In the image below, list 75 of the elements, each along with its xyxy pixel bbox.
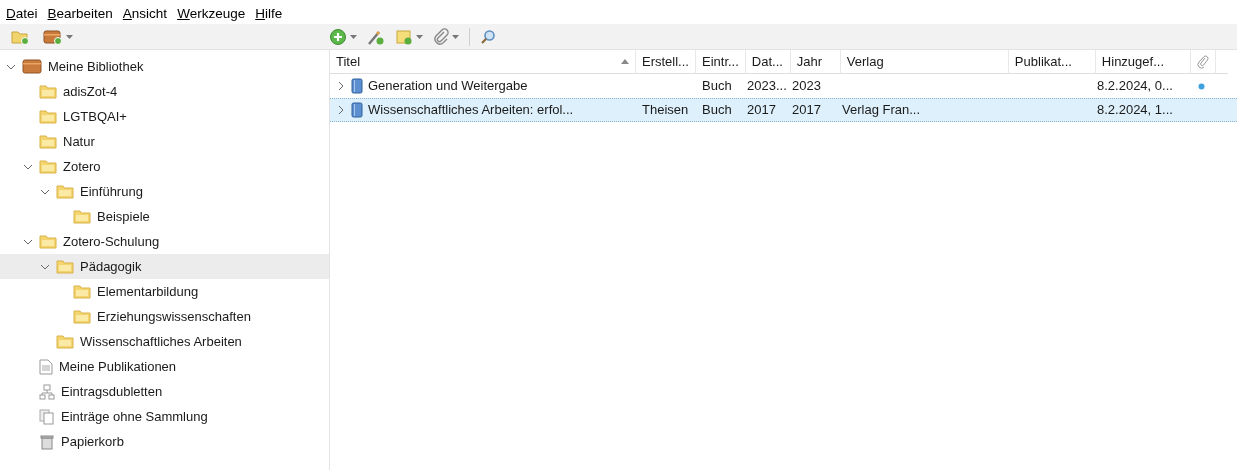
table-cell-text: Theisen xyxy=(641,101,690,120)
caret-icon xyxy=(452,34,459,39)
folder-icon xyxy=(56,259,74,274)
book-icon xyxy=(351,102,363,118)
folder-icon xyxy=(39,234,57,249)
column-header[interactable]: Publikat... xyxy=(1008,50,1096,74)
column-header[interactable]: Hinzugef... xyxy=(1095,50,1191,74)
sort-arrow-icon xyxy=(621,59,629,64)
table-cell-text: 2023... xyxy=(746,77,786,96)
folder-icon xyxy=(73,209,91,224)
folder-plus-icon xyxy=(11,28,29,45)
tree-item[interactable]: Zotero-Schulung xyxy=(0,229,329,254)
folder-icon xyxy=(73,284,91,299)
column-header[interactable]: Eintr... xyxy=(696,50,746,74)
table-cell-text: 8.2.2024, 1... xyxy=(1096,101,1174,120)
paperclip-icon xyxy=(1196,54,1209,69)
tree-item[interactable]: Wissenschaftliches Arbeiten xyxy=(0,329,329,354)
table-cell-text: 8.2.2024, 0... xyxy=(1096,77,1174,96)
title-cell: Wissenschaftliches Arbeiten: erfol... xyxy=(330,99,636,121)
menu-item[interactable]: Datei xyxy=(4,4,40,24)
tree-item[interactable]: Einträge ohne Sammlung xyxy=(0,404,329,429)
menu-item[interactable]: Werkzeuge xyxy=(175,4,248,24)
table-row[interactable]: Wissenschaftliches Arbeiten: erfol... Theisen Buch 2017 2017 Verlag Fran... 8.2.2024, 1... xyxy=(330,98,1237,122)
hierarchy-icon xyxy=(39,383,55,400)
tree-item[interactable]: Einführung xyxy=(0,179,329,204)
book-icon xyxy=(351,78,363,94)
table-cell-text: Buch xyxy=(701,101,733,120)
library-icon xyxy=(43,28,63,45)
chevron-right-icon[interactable] xyxy=(336,81,346,91)
column-header[interactable]: Titel xyxy=(330,50,636,74)
menu-item[interactable]: Bearbeiten xyxy=(45,4,115,24)
tree-item[interactable]: Beispiele xyxy=(0,204,329,229)
tree-item[interactable]: Zotero xyxy=(0,154,329,179)
folder-icon xyxy=(56,184,74,199)
pages-icon xyxy=(39,408,55,425)
folder-icon xyxy=(73,309,91,324)
note-icon xyxy=(395,27,413,46)
tree-item[interactable]: Erziehungswissenschaften xyxy=(0,304,329,329)
tree-item[interactable]: adisZot-4 xyxy=(0,79,329,104)
title-cell: Generation und Weitergabe xyxy=(330,75,636,97)
folder-icon xyxy=(39,84,57,99)
folder-icon xyxy=(39,159,57,174)
tree-item[interactable]: Meine Publikationen xyxy=(0,354,329,379)
folder-icon xyxy=(56,334,74,349)
table-row[interactable]: Generation und Weitergabe Buch 2023... 2023 8.2.2024, 0... xyxy=(330,74,1237,98)
library-icon xyxy=(22,59,42,74)
table-cell-text: Verlag Fran... xyxy=(841,101,922,120)
paperclip-icon xyxy=(433,27,449,46)
folder-icon xyxy=(39,134,57,149)
menu-item[interactable]: Ansicht xyxy=(120,4,170,24)
column-header[interactable]: Jahr xyxy=(790,50,841,74)
table-cell-text: 2017 xyxy=(746,101,777,120)
tree-item[interactable]: Meine Bibliothek xyxy=(0,54,329,79)
document-icon xyxy=(39,358,53,375)
column-header[interactable]: Verlag xyxy=(840,50,1009,74)
chevron-right-icon[interactable] xyxy=(336,105,346,115)
plus-circle-icon xyxy=(329,27,347,46)
menu-item[interactable]: Hilfe xyxy=(253,4,285,24)
search-icon xyxy=(480,28,496,45)
caret-icon xyxy=(416,34,423,39)
caret-icon xyxy=(66,34,73,39)
folder-icon xyxy=(39,109,57,124)
trash-icon xyxy=(39,433,55,450)
tree-item[interactable]: Papierkorb xyxy=(0,429,329,454)
column-header[interactable]: Dat... xyxy=(745,50,791,74)
tree-item[interactable]: Eintragsdubletten xyxy=(0,379,329,404)
table-cell-text: 2017 xyxy=(791,101,822,120)
table-cell-text: Buch xyxy=(701,77,733,96)
tree-item[interactable]: Natur xyxy=(0,129,329,154)
caret-icon xyxy=(350,34,357,39)
tree-item[interactable]: Pädagogik xyxy=(0,254,329,279)
column-header[interactable]: Erstell... xyxy=(636,50,696,74)
tree-item[interactable]: Elementarbildung xyxy=(0,279,329,304)
table-cell-text: 2023 xyxy=(791,77,822,96)
tree-item[interactable]: LGTBQAI+ xyxy=(0,104,329,129)
